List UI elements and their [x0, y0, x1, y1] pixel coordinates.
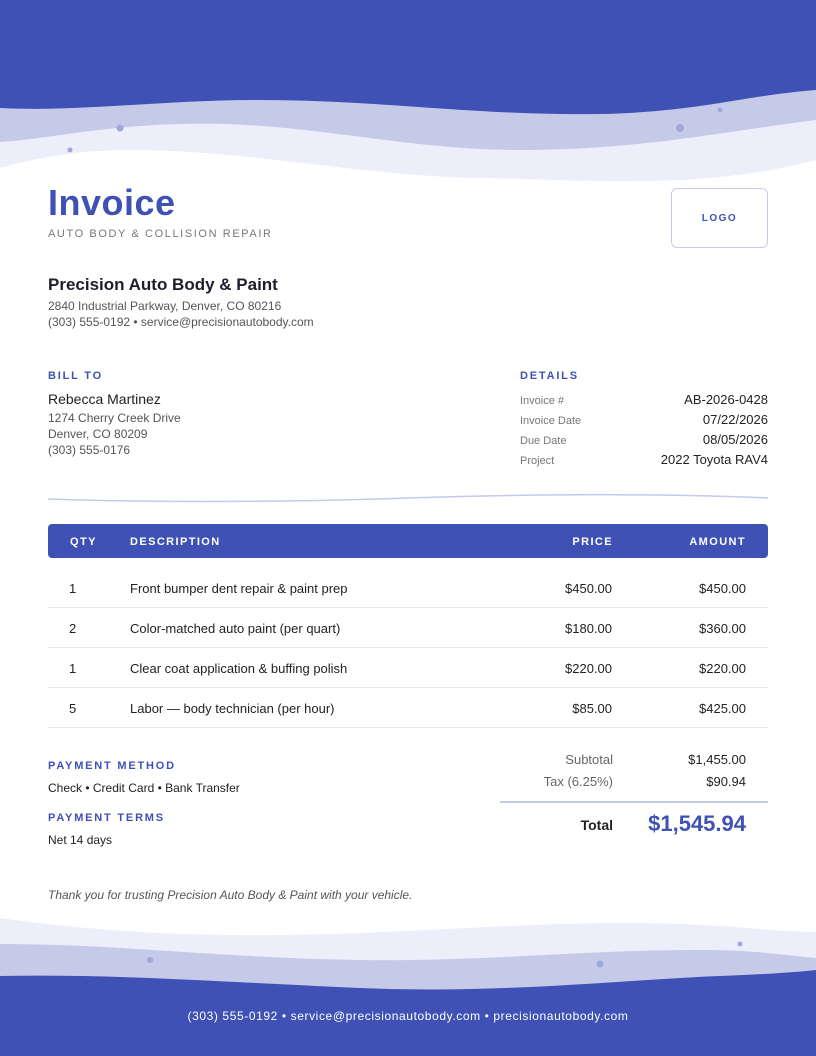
row-qty: 5	[69, 701, 77, 716]
company-name: Precision Auto Body & Paint	[48, 275, 278, 294]
company-contact: (303) 555-0192 • service@precisionautobo…	[48, 315, 314, 329]
detail-key: Due Date	[520, 435, 567, 447]
row-amount: $360.00	[699, 621, 746, 636]
row-qty: 1	[69, 661, 77, 676]
row-amount: $425.00	[699, 701, 746, 716]
details-label: DETAILS	[520, 370, 579, 382]
row-price: $180.00	[565, 621, 612, 636]
tax-label: Tax (6.25%)	[543, 774, 613, 789]
total-value: $1,545.94	[648, 811, 746, 836]
invoice-page: Invoice AUTO BODY & COLLISION REPAIR LOG…	[0, 0, 816, 1056]
client-phone: (303) 555-0176	[48, 443, 131, 457]
detail-row-invoice-date: Invoice Date 07/22/2026	[520, 412, 768, 427]
detail-row-project: Project 2022 Toyota RAV4	[520, 452, 768, 467]
row-qty: 2	[69, 621, 77, 636]
detail-value: 2022 Toyota RAV4	[660, 452, 768, 467]
table-row: 1 Front bumper dent repair & paint prep …	[48, 568, 768, 608]
row-description: Color-matched auto paint (per quart)	[130, 621, 341, 636]
payment-terms-value: Net 14 days	[48, 833, 113, 847]
payment-method-value: Check • Credit Card • Bank Transfer	[48, 781, 240, 795]
client-address-line2: Denver, CO 80209	[48, 427, 148, 441]
subtotal-label: Subtotal	[565, 752, 613, 767]
tax-value: $90.94	[706, 774, 746, 789]
detail-key: Project	[520, 455, 555, 467]
column-header-qty: QTY	[70, 536, 97, 548]
column-header-price: PRICE	[572, 536, 613, 548]
bill-to-label: BILL TO	[48, 370, 103, 382]
row-qty: 1	[69, 581, 77, 596]
page-subtitle: AUTO BODY & COLLISION REPAIR	[48, 228, 273, 240]
page-title: Invoice	[48, 182, 176, 223]
detail-key: Invoice Date	[520, 415, 582, 427]
row-amount: $450.00	[699, 581, 746, 596]
client-name: Rebecca Martinez	[48, 391, 161, 407]
subtotal-value: $1,455.00	[688, 752, 746, 767]
footer-contact: (303) 555-0192 • service@precisionautobo…	[187, 1009, 629, 1023]
column-header-amount: AMOUNT	[689, 536, 746, 548]
row-price: $450.00	[565, 581, 612, 596]
table-row: 1 Clear coat application & buffing polis…	[48, 648, 768, 688]
row-amount: $220.00	[699, 661, 746, 676]
detail-row-due-date: Due Date 08/05/2026	[520, 432, 768, 447]
detail-value: AB-2026-0428	[684, 392, 768, 407]
row-description: Labor — body technician (per hour)	[130, 701, 335, 716]
detail-row-invoice-number: Invoice # AB-2026-0428	[520, 392, 768, 407]
column-header-description: DESCRIPTION	[130, 536, 221, 548]
total-label: Total	[580, 817, 613, 833]
row-description: Clear coat application & buffing polish	[130, 661, 348, 676]
header-wave-decoration	[0, 0, 816, 190]
client-address-line1: 1274 Cherry Creek Drive	[48, 411, 181, 425]
detail-value: 08/05/2026	[702, 432, 768, 447]
table-row: 5 Labor — body technician (per hour) $85…	[48, 688, 768, 728]
payment-method-label: PAYMENT METHOD	[48, 760, 176, 772]
row-price: $220.00	[565, 661, 612, 676]
payment-terms-label: PAYMENT TERMS	[48, 812, 165, 824]
table-row: 2 Color-matched auto paint (per quart) $…	[48, 608, 768, 648]
row-price: $85.00	[572, 701, 612, 716]
thank-you-note: Thank you for trusting Precision Auto Bo…	[48, 888, 413, 902]
footer-wave-decoration	[0, 918, 816, 1056]
line-items-table-header: QTY DESCRIPTION PRICE AMOUNT	[48, 524, 768, 558]
detail-value: 07/22/2026	[702, 412, 768, 427]
section-divider	[48, 493, 768, 503]
detail-key: Invoice #	[520, 395, 565, 407]
company-address: 2840 Industrial Parkway, Denver, CO 8021…	[48, 299, 282, 313]
logo-placeholder: LOGO	[671, 188, 768, 248]
row-description: Front bumper dent repair & paint prep	[130, 581, 348, 596]
totals-divider	[500, 801, 768, 803]
